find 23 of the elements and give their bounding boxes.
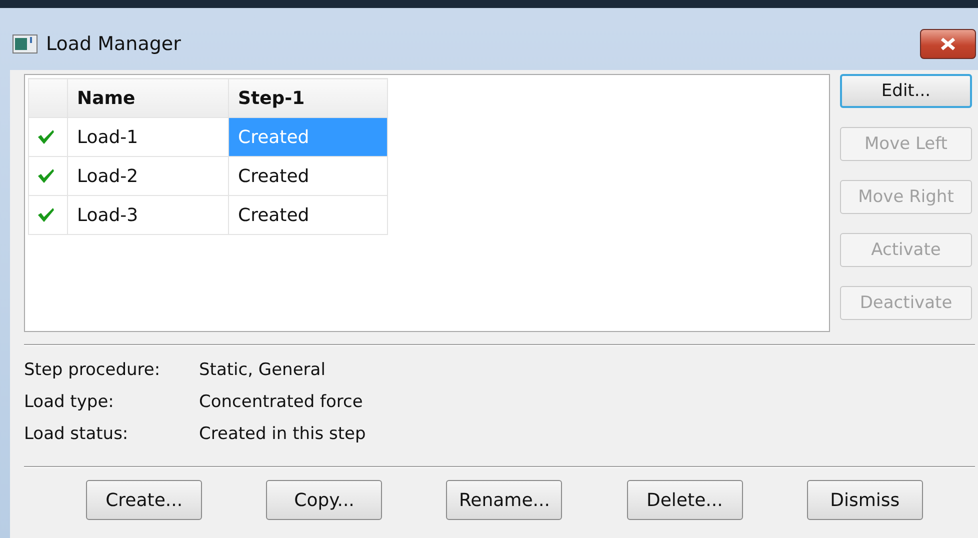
dialog-button[interactable]: Rename... xyxy=(446,480,562,520)
window-title: Load Manager xyxy=(46,33,182,55)
detail-value: Static, General xyxy=(199,360,326,380)
side-button[interactable]: Edit... xyxy=(840,74,972,108)
dialog-button[interactable]: Delete... xyxy=(626,480,743,520)
table-cell[interactable]: Load-2 xyxy=(68,156,228,196)
window-icon xyxy=(12,34,38,54)
column-header[interactable]: Name xyxy=(68,78,228,118)
detail-label: Load type: xyxy=(24,392,115,412)
dialog-button[interactable]: Dismiss xyxy=(806,480,923,520)
dialog-button[interactable]: Create... xyxy=(86,480,202,520)
column-header[interactable]: Step-1 xyxy=(228,78,388,118)
close-icon xyxy=(939,37,957,51)
table-cell[interactable]: Load-3 xyxy=(68,196,228,234)
table-cell[interactable]: Created xyxy=(228,156,388,196)
detail-label: Step procedure: xyxy=(24,360,162,380)
detail-value: Created in this step xyxy=(199,424,366,444)
close-button[interactable] xyxy=(920,29,976,59)
table-cell[interactable]: Load-1 xyxy=(68,118,228,156)
table-cell[interactable]: Created xyxy=(228,196,388,234)
detail-label: Load status: xyxy=(24,424,130,444)
detail-value: Concentrated force xyxy=(199,392,363,412)
dialog-button[interactable]: Copy... xyxy=(266,480,382,520)
